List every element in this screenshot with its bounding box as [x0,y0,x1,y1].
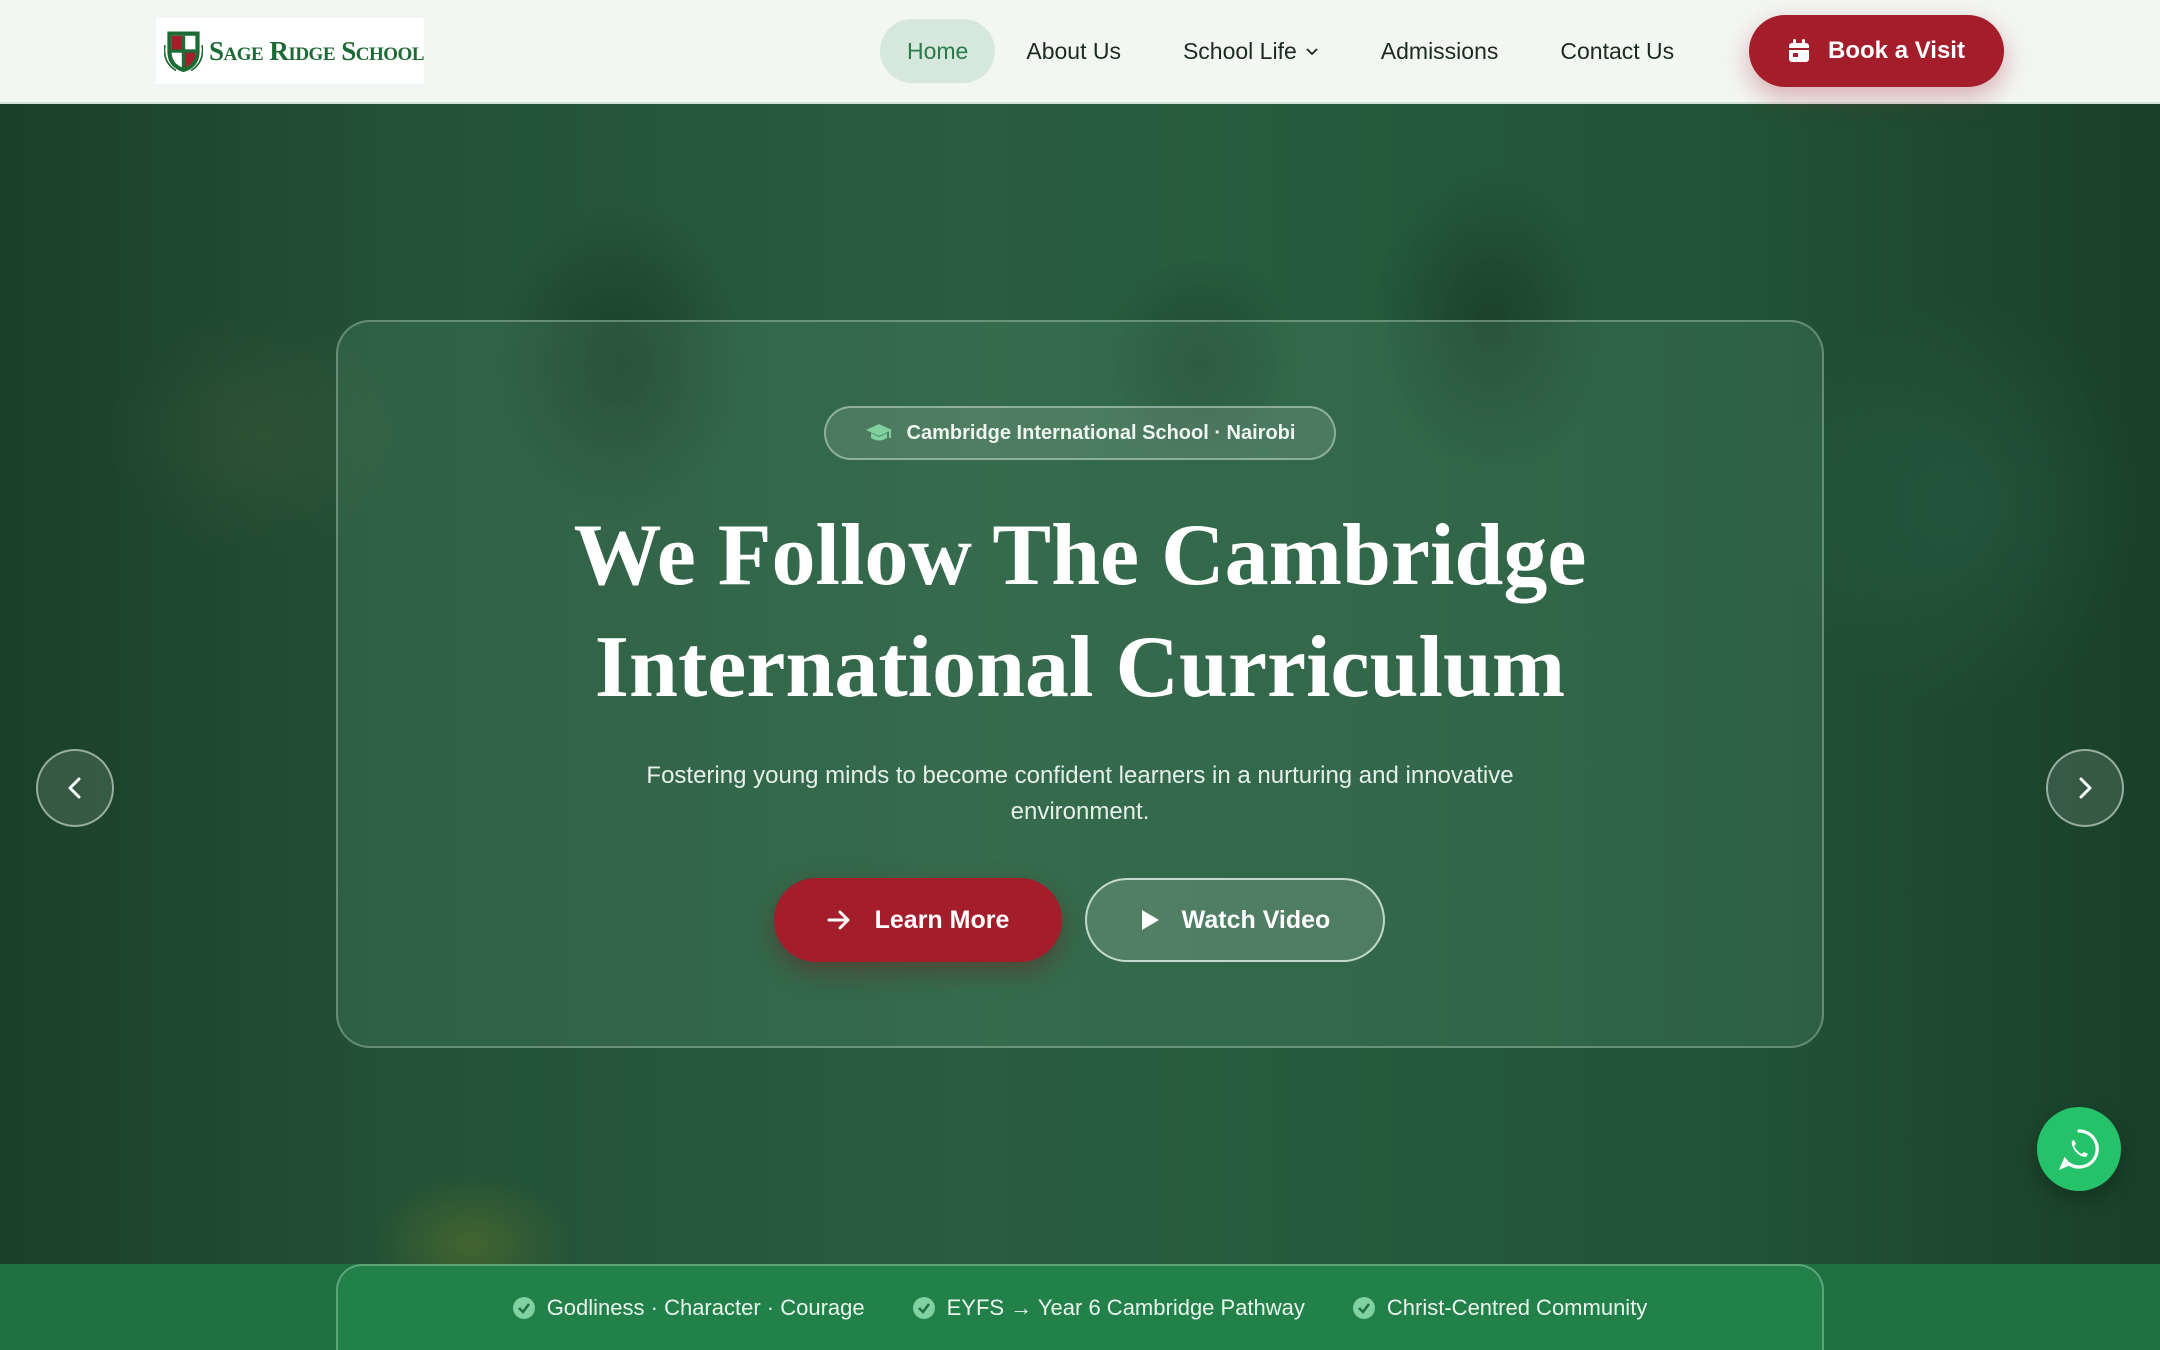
learn-more-button[interactable]: Learn More [774,878,1062,962]
chevron-left-icon [68,777,81,799]
watch-video-button[interactable]: Watch Video [1085,878,1385,962]
main-nav: Home About Us School Life Admissions Con… [880,18,1705,84]
feature-text: Godliness · Character · Courage [546,1295,865,1320]
arrow-right-icon [827,910,850,930]
features-card: Godliness · Character · Courage EYFS → Y… [336,1264,1824,1350]
whatsapp-icon [2058,1129,2099,1171]
next-slide-button[interactable] [2046,749,2124,827]
features-strip: Godliness · Character · Courage EYFS → Y… [0,1264,2160,1350]
nav-about-us[interactable]: About Us [995,19,1152,83]
check-circle-icon [1352,1297,1375,1319]
school-logo[interactable]: Sage Ridge School [156,18,425,84]
crest-icon [164,31,203,73]
prev-slide-button[interactable] [36,749,114,827]
check-circle-icon [512,1297,535,1319]
feature-text: EYFS → Year 6 Cambridge Pathway [946,1295,1305,1320]
watch-video-label: Watch Video [1181,905,1331,934]
graduation-cap-icon [865,424,892,441]
whatsapp-button[interactable] [2037,1107,2121,1191]
learn-more-label: Learn More [874,905,1010,934]
nav-home[interactable]: Home [880,19,996,83]
nav-school-life-label: School Life [1182,37,1297,64]
feature-item: EYFS → Year 6 Cambridge Pathway [912,1295,1305,1321]
book-visit-label: Book a Visit [1828,37,1965,64]
chevron-right-icon [2079,777,2092,799]
brand-name: Sage Ridge School [208,35,425,66]
hero-badge-text: Cambridge International School · Nairobi [906,421,1296,444]
calendar-icon [1789,39,1810,62]
hero-title-line-2: International Curriculum [594,619,1566,716]
feature-item: Christ-Centred Community [1352,1295,1648,1321]
check-circle-icon [912,1297,935,1319]
feature-text: Christ-Centred Community [1386,1295,1648,1320]
nav-admissions[interactable]: Admissions [1350,19,1530,83]
top-navbar: Sage Ridge School Home About Us School L… [0,0,2160,104]
play-icon [1141,910,1159,930]
hero-title: We Follow The Cambridge International Cu… [360,500,1800,724]
hero-subtitle: Fostering young minds to become confiden… [646,762,1514,825]
hero-badge: Cambridge International School · Nairobi [824,406,1336,460]
chevron-down-icon [1306,48,1318,56]
nav-school-life[interactable]: School Life [1152,19,1350,83]
hero-title-line-1: We Follow The Cambridge [573,507,1587,604]
book-visit-button[interactable]: Book a Visit [1749,15,2004,87]
nav-contact-us[interactable]: Contact Us [1529,19,1705,83]
feature-item: Godliness · Character · Courage [512,1295,865,1321]
